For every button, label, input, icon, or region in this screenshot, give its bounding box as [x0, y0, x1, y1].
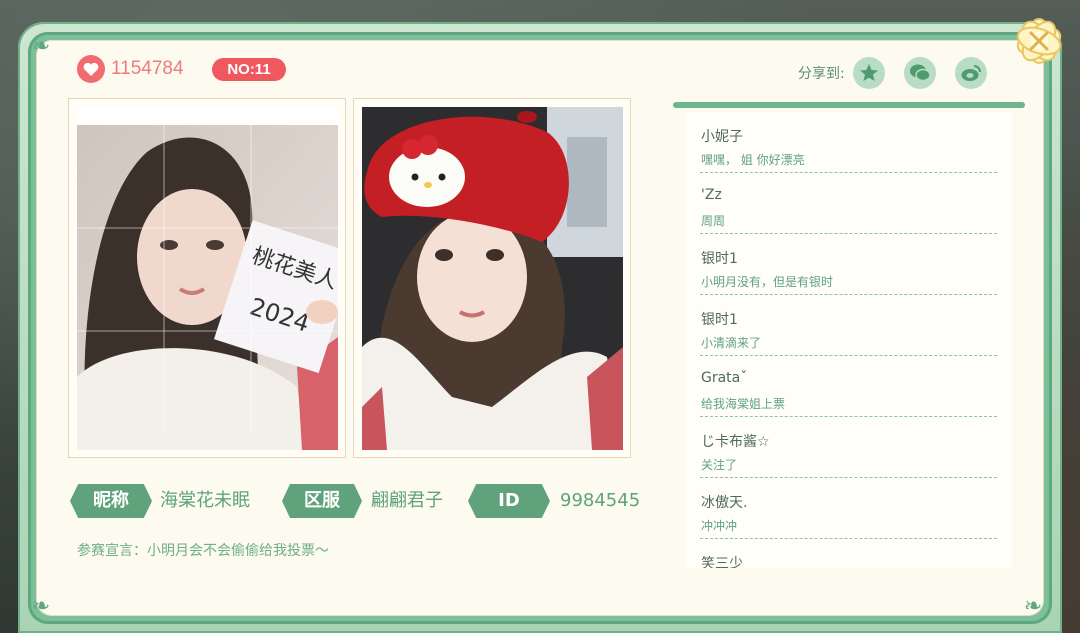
comment-item: 小妮子 嘿嘿， 姐 你好漂亮 — [700, 112, 997, 173]
share-label: 分享到: — [798, 66, 845, 82]
comment-item: 冰傲天. 冲冲冲 — [700, 478, 997, 539]
comment-text: 小明月没有，但是有银时 — [701, 275, 834, 289]
comment-text: 嘿嘿， 姐 你好漂亮 — [701, 153, 805, 167]
comment-user: 笑三少 — [701, 556, 743, 568]
comment-user: じ卡布酱☆ — [701, 434, 770, 450]
weibo-icon — [961, 65, 981, 81]
comment-text: 周周 — [701, 214, 726, 228]
comment-item: 笑三少 — [700, 539, 997, 568]
comment-user: 冰傲天. — [701, 495, 748, 511]
close-flower-icon — [1016, 18, 1062, 64]
nickname-value: 海棠花未眠 — [160, 490, 250, 511]
comment-text: 给我海棠姐上票 — [701, 397, 786, 411]
id-value: 9984545 — [560, 490, 641, 511]
wechat-icon — [909, 64, 931, 82]
comment-user: 银时1 — [701, 312, 738, 328]
share-weibo-button[interactable] — [954, 57, 987, 89]
like-counter[interactable]: 1154784 — [77, 54, 184, 84]
photo-holding-sign: 桃花美人 2024 — [77, 107, 338, 450]
corner-ornament-icon: ❧ — [31, 34, 51, 59]
comment-text: 关注了 — [701, 458, 738, 472]
comments-top-bar — [673, 102, 1025, 108]
comment-user: 小妮子 — [701, 129, 743, 145]
likes-count: 1154784 — [111, 58, 184, 79]
rank-badge: NO:11 — [212, 58, 286, 81]
heart-icon — [77, 55, 105, 83]
comment-user: Grataˇ — [701, 370, 748, 386]
declaration-text: 参赛宣言：小明月会不会偷偷给我投票～ — [77, 543, 329, 559]
corner-ornament-icon: ❧ — [31, 594, 51, 619]
qzone-star-icon — [859, 64, 878, 81]
contestant-photo-2[interactable] — [353, 98, 631, 458]
comment-item: 银时1 小明月没有，但是有银时 — [700, 234, 997, 295]
share-bar: 分享到: — [798, 57, 1006, 89]
server-tag: 区服 — [282, 484, 362, 518]
comment-user: 'Zz — [701, 187, 722, 203]
corner-ornament-icon: ❧ — [1023, 594, 1043, 619]
server-value: 翩翩君子 — [371, 490, 443, 511]
share-qzone-button[interactable] — [852, 57, 885, 89]
id-tag: ID — [468, 484, 550, 518]
comment-item: Grataˇ 给我海棠姐上票 — [700, 356, 997, 417]
comment-text: 小清滴来了 — [701, 336, 762, 350]
comment-user: 银时1 — [701, 251, 738, 267]
comment-text: 冲冲冲 — [701, 519, 738, 533]
comment-item: じ卡布酱☆ 关注了 — [700, 417, 997, 478]
comment-item: 银时1 小清滴来了 — [700, 295, 997, 356]
photo-red-beret — [362, 107, 623, 450]
share-wechat-button[interactable] — [903, 57, 936, 89]
nickname-tag: 昵称 — [70, 484, 152, 518]
close-button[interactable] — [1004, 6, 1074, 76]
comment-item: 'Zz 周周 — [700, 173, 997, 234]
contestant-photo-1[interactable]: 桃花美人 2024 — [68, 98, 346, 458]
comments-list[interactable]: 小妮子 嘿嘿， 姐 你好漂亮 'Zz 周周 银时1 小明月没有，但是有银时 银时… — [686, 112, 1012, 568]
